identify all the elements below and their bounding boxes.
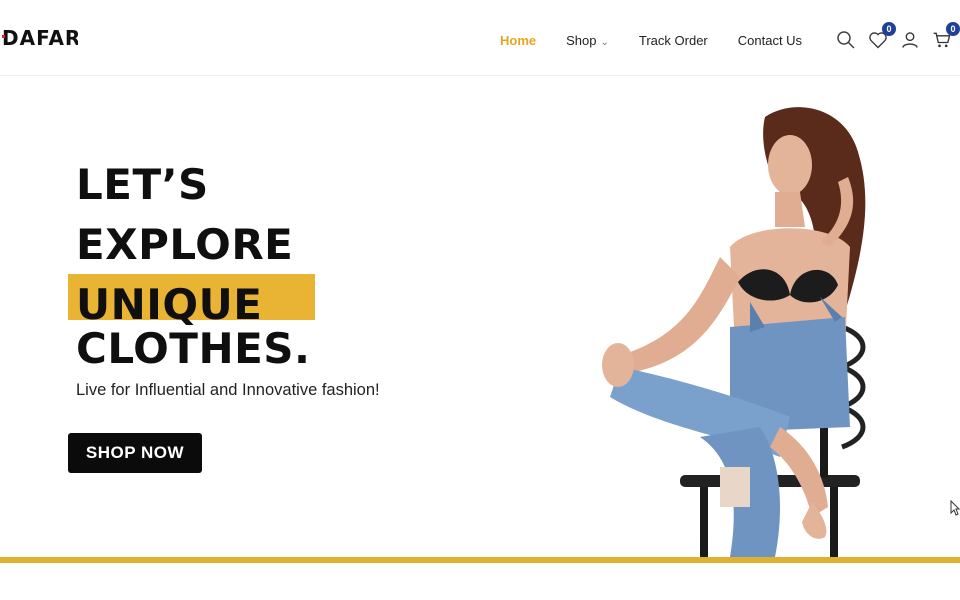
hero-bottom-divider	[0, 557, 960, 563]
main-nav: Home Shop ⌄ Track Order Contact Us	[500, 30, 832, 50]
nav-item-shop[interactable]: Shop ⌄	[566, 33, 609, 48]
shop-now-button[interactable]: SHOP NOW	[68, 433, 202, 473]
headline-line-1: LET’S	[76, 160, 209, 209]
logo-mark: DAFAR	[2, 26, 80, 50]
account-button[interactable]	[898, 28, 922, 52]
nav-item-home[interactable]: Home	[500, 33, 536, 48]
headline-line-4: CLOTHES.	[76, 324, 311, 373]
search-icon	[837, 31, 855, 49]
hero-headline: LET’S EXPLORE UNIQUE CLOTHES.	[76, 155, 311, 379]
cart-count-badge: 0	[946, 22, 960, 36]
hero-model-image	[602, 107, 866, 557]
wishlist-button[interactable]: 0	[866, 22, 896, 52]
headline-line-2: EXPLORE	[76, 220, 294, 269]
user-icon	[902, 32, 918, 48]
search-button[interactable]	[834, 28, 858, 52]
mouse-cursor-icon	[950, 500, 960, 516]
cart-button[interactable]: 0	[930, 22, 960, 52]
hero-subtitle: Live for Influential and Innovative fash…	[76, 381, 380, 399]
wishlist-count-badge: 0	[882, 22, 896, 36]
nav-item-shop-label: Shop	[566, 32, 597, 48]
svg-text:DAFAR: DAFAR	[2, 26, 78, 50]
nav-item-track-order[interactable]: Track Order	[639, 33, 708, 48]
site-header: DAFAR Home Shop ⌄ Track Order Contact Us …	[0, 0, 960, 76]
header-icons: 0 0	[834, 22, 960, 54]
nav-item-contact-us[interactable]: Contact Us	[738, 33, 802, 48]
hero-section: LET’S EXPLORE UNIQUE CLOTHES. Live for I…	[0, 77, 960, 557]
chevron-down-icon: ⌄	[600, 36, 609, 48]
site-logo[interactable]: DAFAR	[2, 26, 80, 56]
